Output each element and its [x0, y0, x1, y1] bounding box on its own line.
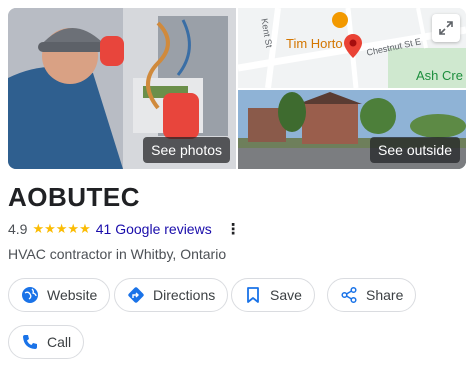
globe-icon: [22, 287, 38, 303]
call-button[interactable]: Call: [8, 325, 85, 359]
map-pin-icon: [344, 34, 362, 58]
map-thumbnail[interactable]: Kent St Chestnut St E Tim Horto Ash Cre: [238, 8, 466, 88]
see-outside-button[interactable]: See outside: [370, 137, 460, 163]
photo-gallery: See photos Kent St Chestnut St E Tim Hor…: [8, 8, 466, 169]
street-view-photo[interactable]: See outside: [238, 90, 466, 169]
more-options-icon[interactable]: ⋮: [226, 220, 241, 238]
share-button[interactable]: Share: [327, 278, 417, 312]
see-photos-button[interactable]: See photos: [143, 137, 230, 163]
technician-photo[interactable]: See photos: [8, 8, 236, 169]
bookmark-icon: [247, 287, 259, 303]
business-category: HVAC contractor in Whitby, Ontario: [8, 246, 227, 262]
save-button[interactable]: Save: [231, 278, 315, 312]
share-icon: [341, 286, 357, 304]
business-name: AOBUTEC: [8, 182, 141, 212]
star-rating-icon: ★★★★★: [32, 221, 91, 236]
directions-button[interactable]: Directions: [114, 278, 229, 312]
website-label: Website: [47, 287, 98, 303]
rating-value: 4.9: [8, 221, 28, 237]
phone-icon: [23, 335, 37, 349]
directions-icon: [128, 287, 144, 303]
poi-label-tim-hortons: Tim Horto: [286, 36, 343, 51]
reviews-link[interactable]: 41 Google reviews: [96, 221, 212, 237]
directions-label: Directions: [153, 287, 216, 303]
map-label-green-area: Ash Cre: [416, 68, 463, 83]
expand-map-button[interactable]: [432, 14, 460, 42]
save-label: Save: [270, 287, 302, 303]
rating-row: 4.9 ★★★★★ 41 Google reviews ⋮: [8, 220, 241, 238]
website-button[interactable]: Website: [8, 278, 111, 312]
expand-icon: [439, 21, 453, 35]
coffee-cup-icon: [332, 12, 348, 28]
share-label: Share: [366, 287, 404, 303]
call-label: Call: [47, 334, 72, 350]
